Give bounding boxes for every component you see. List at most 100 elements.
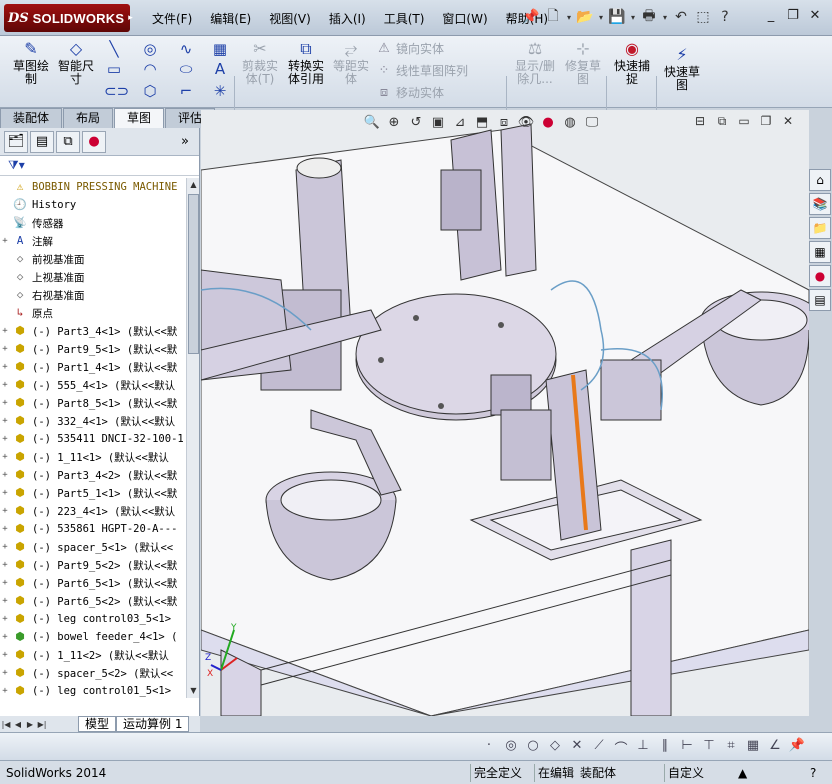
tab-assembly[interactable]: 装配体	[0, 108, 63, 128]
tree-scrollbar[interactable]: ▲ ▼	[186, 178, 199, 698]
tree-item[interactable]: + ⬢ (-) Part6_5<2> (默认<<默	[0, 592, 186, 610]
expander[interactable]: +	[0, 578, 10, 588]
tree-item[interactable]: + ⬢ (-) Part6_5<1> (默认<<默	[0, 574, 186, 592]
rectangle-icon[interactable]: ▭	[104, 60, 124, 78]
expander[interactable]: +	[0, 326, 10, 336]
expander[interactable]: +	[0, 470, 10, 480]
undo-icon[interactable]: ↶	[670, 6, 692, 28]
featuremanager-tab-icon[interactable]: 🗂	[4, 130, 28, 153]
tree-item[interactable]: ◇ 前视基准面	[0, 250, 186, 268]
expand-panel-icon[interactable]: »	[173, 131, 197, 153]
filter-bar[interactable]: ⧩▾	[0, 156, 199, 176]
menu-window[interactable]: 窗口(W)	[442, 10, 487, 27]
tree-item[interactable]: + ⬢ (-) leg control01_5<1>	[0, 682, 186, 698]
expander[interactable]: +	[0, 614, 10, 624]
parallel-snap-icon[interactable]: ∥	[654, 738, 676, 757]
tree-item[interactable]: + ⬢ (-) bowel feeder_4<1> (	[0, 628, 186, 646]
intersection-snap-icon[interactable]: ✕	[566, 738, 588, 757]
line-icon[interactable]: ╲	[104, 40, 124, 58]
filter-icon[interactable]: ⧩▾	[8, 158, 25, 173]
tangent-snap-icon[interactable]: ⌒	[610, 738, 632, 757]
help-icon[interactable]: ?	[714, 6, 736, 28]
menu-edit[interactable]: 编辑(E)	[210, 10, 251, 27]
viewport-close-icon[interactable]: ✕	[777, 114, 799, 129]
tree-item[interactable]: ↳ 原点	[0, 304, 186, 322]
restore-button[interactable]: ❐	[782, 6, 804, 24]
edit-appearance-icon[interactable]: ●	[537, 115, 559, 130]
tree-item[interactable]: 📡 传感器	[0, 214, 186, 232]
appearance-tab-icon[interactable]: ●	[82, 130, 106, 153]
offset-entities-button[interactable]: ⥂ 等距实 体	[330, 40, 372, 86]
length-snap-icon[interactable]: ⌗	[720, 738, 742, 757]
scroll-thumb[interactable]	[188, 194, 199, 354]
tree-item[interactable]: + ⬢ (-) 535411 DNCI-32-100-1	[0, 430, 186, 448]
expander[interactable]: +	[0, 344, 10, 354]
tree-item[interactable]: + ⬢ (-) Part9_5<2> (默认<<默	[0, 556, 186, 574]
fillet-icon[interactable]: ⌐	[176, 82, 196, 100]
tab-sketch[interactable]: 草图	[114, 108, 165, 128]
tree-item[interactable]: + ⬢ (-) Part1_4<1> (默认<<默	[0, 358, 186, 376]
hide-show-items-icon[interactable]: 👁	[515, 115, 537, 130]
view-orientation-icon[interactable]: ⬒	[471, 115, 493, 130]
expander[interactable]: +	[0, 668, 10, 678]
trim-button[interactable]: ✂ 剪裁实 体(T)	[238, 40, 282, 86]
plane-sketch-icon[interactable]: ▦	[210, 40, 230, 58]
save-dropdown-icon[interactable]: ▾	[628, 6, 638, 28]
rapid-sketch-button[interactable]: ⚡ 快速草 图	[660, 46, 704, 92]
menu-file[interactable]: 文件(F)	[152, 10, 192, 27]
tab-model[interactable]: 模型	[78, 716, 117, 732]
print-icon[interactable]: 🖶	[638, 6, 660, 28]
linear-pattern-button[interactable]: ⁘ 线性草图阵列	[376, 62, 468, 79]
dynamic-annotation-icon[interactable]: ⊿	[449, 115, 471, 130]
quick-snaps-button[interactable]: ◉ 快速捕 捉	[610, 40, 654, 86]
new-document-icon[interactable]: 🗋	[542, 6, 564, 28]
assembly-model[interactable]: Y X Z	[201, 110, 809, 716]
tree-item[interactable]: + ⬢ (-) 1_11<1> (默认<<默认	[0, 448, 186, 466]
convert-entities-button[interactable]: ⧉ 转换实 体引用	[284, 40, 328, 86]
menu-tools[interactable]: 工具(T)	[384, 10, 425, 27]
expander[interactable]: +	[0, 488, 10, 498]
vertical-snap-icon[interactable]: ⊤	[698, 738, 720, 757]
solidworks-logo[interactable]: DS SOLIDWORKS ▸	[4, 4, 133, 32]
tree-item[interactable]: + A 注解	[0, 232, 186, 250]
circle-icon[interactable]: ◎	[140, 40, 160, 58]
tree-item[interactable]: + ⬢ (-) 332_4<1> (默认<<默认	[0, 412, 186, 430]
tree-item[interactable]: + ⬢ (-) 1_11<2> (默认<<默认	[0, 646, 186, 664]
zoom-to-fit-icon[interactable]: 🔍	[361, 115, 383, 130]
spline-icon[interactable]: ∿	[176, 40, 196, 58]
prev-tab-icon[interactable]: ◀	[12, 720, 24, 729]
last-tab-icon[interactable]: ▶|	[36, 720, 48, 729]
tree-item[interactable]: + ⬢ (-) Part5_1<1> (默认<<默	[0, 484, 186, 502]
tree-item[interactable]: + ⬢ (-) Part9_5<1> (默认<<默	[0, 340, 186, 358]
display-delete-relations-button[interactable]: ⚖ 显示/删 除几...	[510, 40, 560, 86]
smart-dimension-button[interactable]: ◇ 智能尺 寸	[54, 40, 98, 86]
solidworks-resources-icon[interactable]: ⌂	[809, 169, 831, 191]
print-dropdown-icon[interactable]: ▾	[660, 6, 670, 28]
expander[interactable]: +	[0, 632, 10, 642]
expander[interactable]: +	[0, 236, 10, 246]
expander[interactable]: +	[0, 542, 10, 552]
file-explorer-icon[interactable]: 📁	[809, 217, 831, 239]
expander[interactable]: +	[0, 506, 10, 516]
mirror-entities-button[interactable]: ⚠ 镜向实体	[376, 40, 444, 57]
expander[interactable]: +	[0, 398, 10, 408]
expander[interactable]: +	[0, 650, 10, 660]
units-dropdown-icon[interactable]: ▲	[738, 764, 747, 782]
appearances-icon[interactable]: ●	[809, 265, 831, 287]
quadrant-snap-icon[interactable]: ◇	[544, 738, 566, 757]
menu-view[interactable]: 视图(V)	[269, 10, 311, 27]
move-entities-button[interactable]: ⧈ 移动实体	[376, 84, 444, 101]
expander[interactable]: +	[0, 560, 10, 570]
tree-item[interactable]: + ⬢ (-) Part8_5<1> (默认<<默	[0, 394, 186, 412]
close-button[interactable]: ✕	[804, 6, 826, 24]
viewport-tile-icon[interactable]: ⊟	[689, 114, 711, 129]
expander[interactable]: +	[0, 524, 10, 534]
nearest-snap-icon[interactable]: ⟋	[588, 738, 610, 757]
tree-root[interactable]: ⚠ BOBBIN PRESSING MACHINE	[0, 178, 186, 196]
perpendicular-snap-icon[interactable]: ⊥	[632, 738, 654, 757]
new-dropdown-icon[interactable]: ▾	[564, 6, 574, 28]
menu-insert[interactable]: 插入(I)	[329, 10, 366, 27]
save-icon[interactable]: 💾	[606, 6, 628, 28]
point-icon[interactable]: ✳	[210, 82, 230, 100]
viewport-minimize-icon[interactable]: ▭	[733, 114, 755, 129]
